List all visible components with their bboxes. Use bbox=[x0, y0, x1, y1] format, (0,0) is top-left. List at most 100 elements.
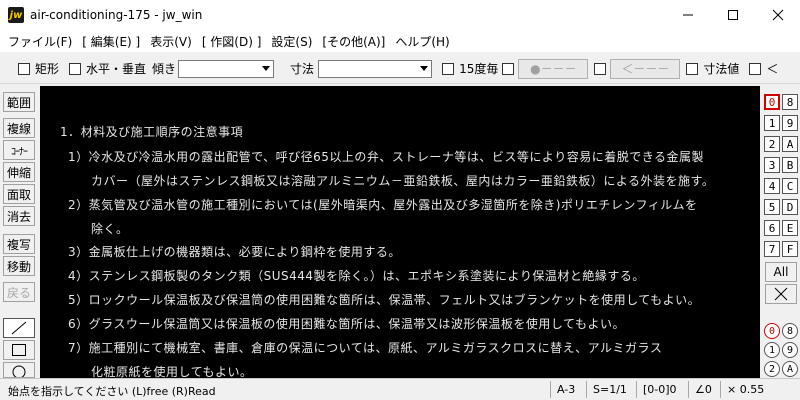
rectangle-tool-icon bbox=[12, 344, 26, 356]
zoom-status[interactable]: × 0.55 bbox=[720, 381, 800, 398]
rectangle-tool-button[interactable] bbox=[3, 340, 35, 360]
layer-5-button[interactable]: 5 bbox=[764, 199, 780, 215]
window-title: air-conditioning-175 - jw_win bbox=[30, 8, 203, 22]
layer-7-button[interactable]: 7 bbox=[764, 241, 780, 257]
group-layer-9-button[interactable]: 9 bbox=[782, 342, 798, 358]
layer-1-button[interactable]: 1 bbox=[764, 115, 780, 131]
scale-status[interactable]: S=1/1 bbox=[586, 381, 636, 398]
maximize-button[interactable] bbox=[710, 0, 755, 30]
chamfer-button[interactable]: 面取 bbox=[3, 184, 35, 204]
horiz-vert-label: 水平・垂直 bbox=[86, 62, 147, 76]
angle-combobox[interactable] bbox=[178, 59, 275, 78]
note-heading: 1．材料及び施工順序の注意事項 bbox=[60, 125, 244, 139]
layer-3-button[interactable]: 3 bbox=[764, 157, 780, 173]
arrow-line-button[interactable]: ＜－－－ bbox=[610, 58, 681, 79]
layer-b-button[interactable]: B bbox=[782, 157, 798, 173]
dimension-combobox[interactable] bbox=[318, 59, 433, 78]
group-layer-2-button[interactable]: 2 bbox=[764, 361, 780, 377]
close-button[interactable] bbox=[755, 0, 800, 30]
drawing-canvas[interactable]: 1．材料及び施工順序の注意事項 1）冷水及び冷温水用の露出配管で、呼び径65以上… bbox=[40, 86, 760, 378]
lt-label: ＜ bbox=[766, 62, 779, 76]
horiz-vert-checkbox[interactable] bbox=[69, 62, 82, 75]
arrow-checkbox[interactable] bbox=[594, 62, 607, 75]
jw-app-icon: jw bbox=[8, 7, 24, 23]
corner-button[interactable]: ｺｰﾅｰ bbox=[3, 140, 35, 160]
close-icon bbox=[772, 9, 783, 21]
menu-edit[interactable]: [ 編集(E) ] bbox=[77, 33, 145, 50]
undo-button[interactable]: 戻る bbox=[3, 282, 35, 302]
line-tool-icon bbox=[11, 321, 27, 335]
menu-bar: ファイル(F) [ 編集(E) ] 表示(V) [ 作図(D) ] 設定(S) … bbox=[0, 30, 800, 52]
circle-tool-button[interactable] bbox=[3, 362, 35, 378]
layer-8-button[interactable]: 8 bbox=[782, 94, 798, 110]
layer-9-button[interactable]: 9 bbox=[782, 115, 798, 131]
deg15-label: 15度毎 bbox=[459, 62, 499, 76]
menu-draw[interactable]: [ 作図(D) ] bbox=[197, 33, 267, 50]
move-button[interactable]: 移動 bbox=[3, 256, 35, 276]
dot-checkbox[interactable] bbox=[502, 62, 515, 75]
rect-checkbox[interactable] bbox=[18, 62, 30, 75]
layer-cross-button[interactable] bbox=[765, 284, 797, 304]
layer-0-button[interactable]: 0 bbox=[764, 94, 780, 110]
menu-settings[interactable]: 設定(S) bbox=[266, 33, 317, 50]
layer-c-button[interactable]: C bbox=[782, 178, 798, 194]
note-line: 除く。 bbox=[91, 222, 129, 236]
status-message: 始点を指示してください (L)free (R)Read bbox=[8, 385, 216, 398]
title-bar: jw air-conditioning-175 - jw_win bbox=[0, 0, 800, 30]
note-line: 6）グラスウール保温筒又は保温板の使用困難な箇所は、保温帯又は波形保温板を使用し… bbox=[68, 317, 625, 331]
layer-2-button[interactable]: 2 bbox=[764, 136, 780, 152]
parallel-line-button[interactable]: 複線 bbox=[3, 118, 35, 138]
note-line: 5）ロックウール保温板及び保温筒の使用困難な箇所は、保温帯、フェルト又はブランケ… bbox=[68, 293, 701, 307]
menu-file[interactable]: ファイル(F) bbox=[3, 33, 77, 50]
extend-button[interactable]: 伸縮 bbox=[3, 162, 35, 182]
lt-checkbox[interactable] bbox=[749, 62, 762, 75]
group-layer-0-button[interactable]: 0 bbox=[764, 323, 780, 339]
chevron-down-icon bbox=[417, 61, 431, 77]
layer-f-button[interactable]: F bbox=[782, 241, 798, 257]
copy-button[interactable]: 複写 bbox=[3, 234, 35, 254]
layer-6-button[interactable]: 6 bbox=[764, 220, 780, 236]
status-bar: 始点を指示してください (L)free (R)Read A-3 S=1/1 [0… bbox=[0, 378, 800, 400]
note-line: 3）金属板仕上げの機器類は、必要により鋼枠を使用する。 bbox=[68, 245, 401, 259]
deg15-checkbox[interactable] bbox=[442, 62, 455, 75]
note-line: 7）施工種別にて機械室、書庫、倉庫の保温については、原紙、アルミガラスクロスに替… bbox=[68, 341, 663, 355]
note-line: 4）ステンレス鋼板製のタンク類（SUS444製を除く。）は、エポキシ系塗装により… bbox=[68, 269, 645, 283]
dim-value-label: 寸法値 bbox=[703, 62, 740, 76]
all-layers-button[interactable]: All bbox=[765, 262, 797, 282]
line-tool-button[interactable] bbox=[3, 318, 35, 338]
note-line: 2）蒸気管及び温水管の施工種別においては(屋外暗渠内、屋外露出及び多湿箇所を除き… bbox=[68, 198, 698, 212]
dim-value-checkbox[interactable] bbox=[686, 62, 699, 75]
layer-d-button[interactable]: D bbox=[782, 199, 798, 215]
layer-4-button[interactable]: 4 bbox=[764, 178, 780, 194]
window-controls bbox=[665, 0, 800, 30]
note-line: カバー（屋外はステンレス鋼板又は溶融アルミニウム－亜鉛鉄板、屋内はカラー亜鉛鉄板… bbox=[91, 174, 715, 188]
angle-status[interactable]: ∠0 bbox=[688, 381, 720, 398]
chevron-down-icon bbox=[259, 61, 273, 77]
minimize-icon bbox=[682, 14, 693, 16]
group-layer-a-button[interactable]: A bbox=[782, 361, 798, 377]
minimize-button[interactable] bbox=[665, 0, 710, 30]
left-tool-panel: 範囲 複線 ｺｰﾅｰ 伸縮 面取 消去 複写 移動 戻る bbox=[0, 86, 38, 378]
range-button[interactable]: 範囲 bbox=[3, 92, 35, 112]
menu-help[interactable]: ヘルプ(H) bbox=[390, 33, 454, 50]
menu-view[interactable]: 表示(V) bbox=[145, 33, 197, 50]
erase-button[interactable]: 消去 bbox=[3, 206, 35, 226]
paper-size-status[interactable]: A-3 bbox=[550, 381, 586, 398]
cross-icon bbox=[774, 287, 788, 301]
group-status[interactable]: [0-0]0 bbox=[636, 381, 688, 398]
menu-other[interactable]: [その他(A)] bbox=[317, 33, 390, 50]
angle-label: 傾き bbox=[152, 62, 177, 76]
layer-panel: 0 8 1 9 2 A 3 B 4 C 5 D 6 E 7 F All 0 8 … bbox=[761, 86, 800, 378]
dimension-label: 寸法 bbox=[290, 62, 315, 76]
drawing-toolbar: 矩形 水平・垂直 傾き 寸法 15度毎 ●－－－ ＜－－－ 寸法値 ＜ bbox=[0, 54, 800, 84]
layer-a-button[interactable]: A bbox=[782, 136, 798, 152]
layer-e-button[interactable]: E bbox=[782, 220, 798, 236]
group-layer-8-button[interactable]: 8 bbox=[782, 323, 798, 339]
note-line: 1）冷水及び冷温水用の露出配管で、呼び径65以上の弁、ストレーナ等は、ビス等によ… bbox=[68, 150, 704, 164]
circle-tool-icon bbox=[12, 365, 26, 377]
dot-line-button[interactable]: ●－－－ bbox=[518, 58, 589, 79]
group-layer-1-button[interactable]: 1 bbox=[764, 342, 780, 358]
rect-label: 矩形 bbox=[35, 62, 60, 76]
note-line: 化粧原紙を使用してもよい。 bbox=[91, 365, 253, 378]
maximize-icon bbox=[727, 10, 738, 20]
